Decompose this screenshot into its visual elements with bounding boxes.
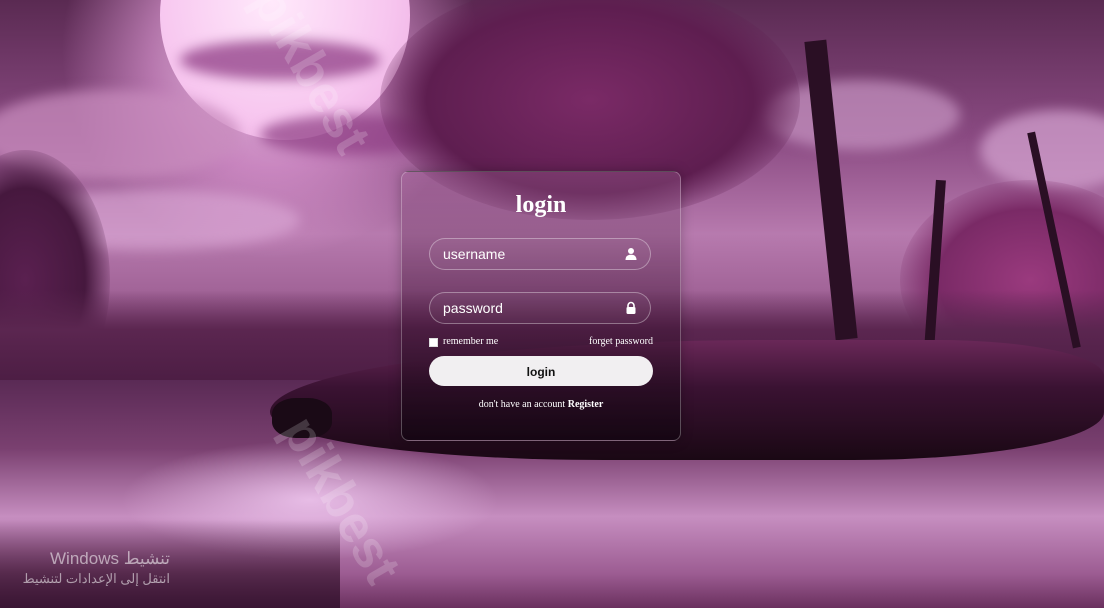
windows-activation-notice: Windows تنشيط انتقل إلى الإعدادات لتنشيط [0,548,170,588]
activation-subtitle: انتقل إلى الإعدادات لتنشيط [22,571,170,586]
register-prompt-text: don't have an account [478,399,566,410]
password-field[interactable]: password [429,292,651,324]
remember-me-label: remember me [443,336,499,347]
login-options: remember me forget password [429,336,653,350]
remember-me-checkbox[interactable] [429,337,438,347]
lock-icon [626,301,636,314]
username-field[interactable]: username [429,238,651,270]
login-button[interactable]: login [429,356,653,386]
login-title: login [515,192,567,218]
username-placeholder: username [443,246,506,262]
user-icon [625,248,637,260]
activation-title: Windows تنشيط [50,549,170,568]
forgot-password-link[interactable]: forget password [589,336,653,348]
password-placeholder: password [443,300,503,316]
login-card: login username password remember me forg… [401,171,681,441]
register-prompt: don't have an account Register [402,399,680,411]
remember-me[interactable]: remember me [429,336,498,348]
register-link[interactable]: Register [568,399,604,410]
